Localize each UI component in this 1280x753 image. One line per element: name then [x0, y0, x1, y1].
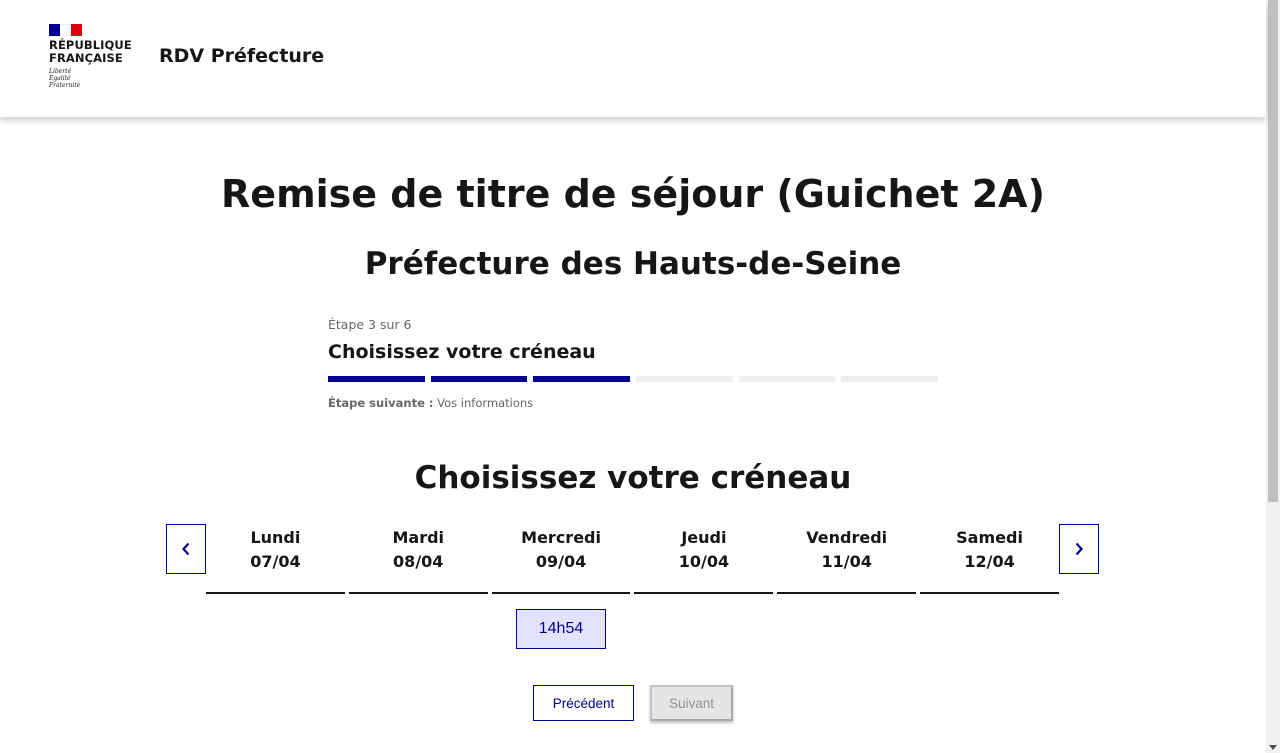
- step-progress-bar: [328, 376, 939, 382]
- day-name: Mardi: [392, 528, 445, 547]
- day-column: Mercredi 09/04: [491, 526, 631, 594]
- calendar-days: Lundi 07/04 Mardi 08/04 Mercredi 09/04 Jeudi 10…: [206, 526, 1059, 594]
- site-header: RÉPUBLIQUE FRANÇAISE Liberté Égalité Fra…: [0, 0, 1266, 117]
- step-count: Étape 3 sur 6: [328, 317, 412, 332]
- day-date: 08/04: [393, 552, 444, 571]
- step-segment: [430, 376, 528, 382]
- step-segment: [636, 376, 733, 382]
- previous-week-button[interactable]: [166, 524, 206, 574]
- vertical-scrollbar[interactable]: [1266, 0, 1280, 753]
- step-title: Choisissez votre créneau: [328, 341, 596, 363]
- day-date: 09/04: [535, 552, 587, 571]
- day-column: Vendredi 11/04: [777, 526, 917, 594]
- next-button[interactable]: Suivant: [650, 685, 733, 721]
- republique-francaise-logo[interactable]: RÉPUBLIQUE FRANÇAISE Liberté Égalité Fra…: [49, 24, 132, 89]
- day-column: Mardi 08/04: [348, 526, 488, 594]
- logo-motto: Liberté Égalité Fraternité: [49, 68, 81, 89]
- logo-text: RÉPUBLIQUE FRANÇAISE: [49, 38, 132, 65]
- site-title[interactable]: RDV Préfecture: [159, 45, 324, 67]
- day-name: Vendredi: [806, 528, 888, 547]
- stepper: Étape 3 sur 6 Choisissez votre créneau É…: [328, 317, 939, 410]
- day-date: 11/04: [821, 552, 872, 571]
- step-segment: [533, 376, 631, 382]
- day-date: 07/04: [250, 552, 301, 571]
- day-date: 10/04: [678, 552, 730, 571]
- step-segment: [328, 376, 425, 382]
- time-slot-button[interactable]: 14h54: [516, 609, 606, 649]
- calendar-title: Choisissez votre créneau: [414, 460, 852, 496]
- step-segment: [841, 376, 939, 382]
- next-week-button[interactable]: [1059, 524, 1099, 574]
- page-subtitle: Préfecture des Hauts-de-Seine: [364, 246, 902, 282]
- day-name: Lundi: [250, 528, 301, 547]
- step-next-label: Étape suivante :: [328, 396, 434, 410]
- scrollbar-thumb[interactable]: [1268, 0, 1278, 502]
- step-next-info: Étape suivante : Vos informations: [328, 396, 938, 410]
- step-segment: [738, 376, 836, 382]
- page-title: Remise de titre de séjour (Guichet 2A): [221, 172, 1045, 216]
- step-next-value: Vos informations: [437, 396, 534, 410]
- day-column: Jeudi 10/04: [634, 526, 774, 594]
- day-name: Jeudi: [681, 528, 727, 547]
- day-column: Lundi 07/04: [206, 526, 345, 594]
- previous-button[interactable]: Précédent: [533, 685, 634, 721]
- day-name: Mercredi: [521, 528, 601, 547]
- french-flag-icon: [49, 24, 82, 36]
- chevron-left-icon: [182, 542, 190, 556]
- day-column: Samedi 12/04: [920, 526, 1059, 594]
- day-name: Samedi: [956, 528, 1023, 547]
- day-date: 12/04: [964, 552, 1015, 571]
- chevron-right-icon: [1075, 542, 1083, 556]
- scroll-down-arrow-icon[interactable]: [1269, 745, 1277, 750]
